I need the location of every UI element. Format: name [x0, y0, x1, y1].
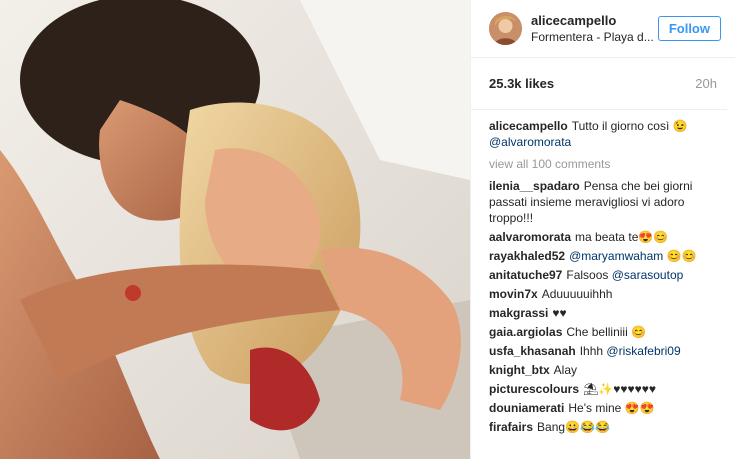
comment-text: Falsoos: [566, 268, 609, 282]
username-link[interactable]: alicecampello: [531, 13, 658, 29]
comment-row: anitatuche97 Falsoos @sarasoutop: [489, 267, 725, 283]
caption-mention[interactable]: @alvaromorata: [489, 135, 571, 149]
caption: alicecampello Tutto il giorno così 😉 @alv…: [489, 118, 725, 150]
comment-mention[interactable]: @riskafebri09: [606, 344, 680, 358]
comment-text: ♥♥: [552, 306, 567, 320]
comment-row: aalvaromorata ma beata te😍😊: [489, 229, 725, 245]
comment-username[interactable]: firafairs: [489, 420, 533, 434]
comment-text: Aduuuuuihhh: [541, 287, 613, 301]
location-link[interactable]: Formentera - Playa d...: [531, 29, 658, 45]
post-meta: 25.3k likes 20h: [471, 58, 727, 110]
caption-username[interactable]: alicecampello: [489, 119, 568, 133]
comment-username[interactable]: douniamerati: [489, 401, 564, 415]
comment-username[interactable]: ilenia__spadaro: [489, 179, 580, 193]
comment-text: 😊😊: [663, 249, 697, 263]
comment-text: Alay: [553, 363, 578, 377]
comment-row: gaia.argiolas Che belliniii 😊: [489, 324, 725, 340]
comment-mention[interactable]: @maryamwaham: [569, 249, 663, 263]
view-all-comments-link[interactable]: view all 100 comments: [489, 156, 725, 172]
comment-username[interactable]: gaia.argiolas: [489, 325, 562, 339]
profile-avatar[interactable]: [489, 12, 522, 45]
comment-username[interactable]: usfa_khasanah: [489, 344, 576, 358]
comment-row: makgrassi ♥♥: [489, 305, 725, 321]
comment-username[interactable]: makgrassi: [489, 306, 548, 320]
comment-row: firafairs Bang😀😂😂: [489, 419, 725, 435]
comment-text: Bang😀😂😂: [537, 420, 610, 434]
comment-text: Che belliniii 😊: [566, 325, 647, 339]
comment-username[interactable]: rayakhaled52: [489, 249, 565, 263]
likes-count[interactable]: 25.3k likes: [489, 76, 554, 91]
post-photo-illustration: [0, 0, 470, 459]
comment-row: picturescolours ⛱✨♥♥♥♥♥♥: [489, 381, 725, 397]
comments-section: alicecampello Tutto il giorno così 😉 @alv…: [471, 110, 735, 435]
comment-row: rayakhaled52 @maryamwaham 😊😊: [489, 248, 725, 264]
comment-text: ma beata te😍😊: [575, 230, 669, 244]
comment-row: douniamerati He's mine 😍😍: [489, 400, 725, 416]
comment-row: movin7x Aduuuuuihhh: [489, 286, 725, 302]
comment-mention[interactable]: @sarasoutop: [612, 268, 684, 282]
follow-button[interactable]: Follow: [657, 16, 721, 41]
post-sidebar: alicecampello Formentera - Playa d... Fo…: [470, 0, 735, 459]
post-photo[interactable]: [0, 0, 470, 459]
comment-row: knight_btx Alay: [489, 362, 725, 378]
comment-row: ilenia__spadaro Pensa che bei giorni pass…: [489, 178, 725, 226]
comment-username[interactable]: movin7x: [489, 287, 538, 301]
comment-text: Ihhh: [579, 344, 604, 358]
comment-username[interactable]: anitatuche97: [489, 268, 562, 282]
comment-username[interactable]: knight_btx: [489, 363, 550, 377]
comment-row: usfa_khasanah Ihhh @riskafebri09: [489, 343, 725, 359]
post-header: alicecampello Formentera - Playa d... Fo…: [471, 0, 735, 58]
comment-text: ⛱✨♥♥♥♥♥♥: [583, 382, 656, 396]
instagram-post: alicecampello Formentera - Playa d... Fo…: [0, 0, 735, 459]
avatar-image: [489, 12, 522, 45]
comment-username[interactable]: aalvaromorata: [489, 230, 571, 244]
caption-text: Tutto il giorno così 😉: [571, 119, 688, 133]
comment-username[interactable]: picturescolours: [489, 382, 579, 396]
post-time: 20h: [695, 76, 717, 91]
comment-text: He's mine 😍😍: [568, 401, 655, 415]
user-info: alicecampello Formentera - Playa d...: [531, 13, 658, 45]
